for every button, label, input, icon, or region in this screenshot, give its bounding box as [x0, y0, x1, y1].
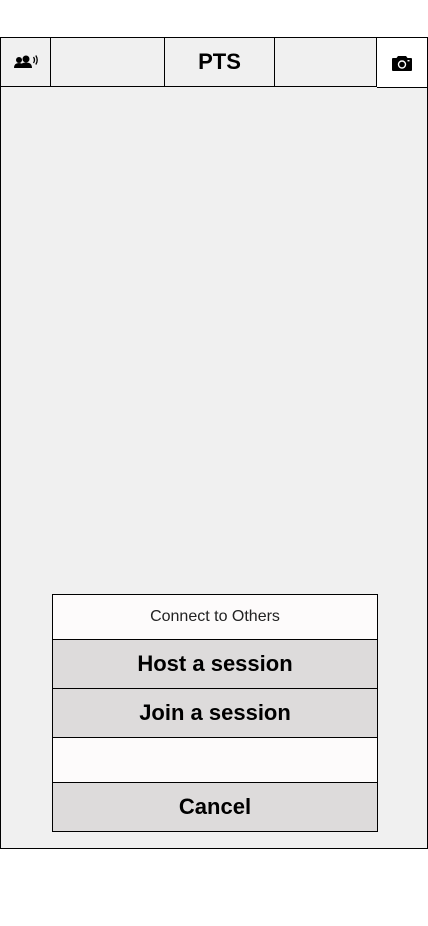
session-code-field[interactable] [53, 738, 377, 783]
dialog-title: Connect to Others [53, 595, 377, 640]
header-blank-left [51, 38, 165, 86]
camera-icon [391, 54, 413, 72]
peers-button[interactable] [1, 38, 51, 86]
connect-dialog: Connect to Others Host a session Join a … [52, 594, 378, 832]
peers-broadcast-icon [13, 54, 39, 70]
app-window: PTS Connect to Others Host a session Joi… [0, 37, 428, 849]
camera-button[interactable] [377, 38, 427, 88]
app-title: PTS [165, 38, 275, 86]
header-blank-right [275, 38, 377, 86]
top-bar: PTS [1, 38, 427, 88]
cancel-button[interactable]: Cancel [53, 783, 377, 831]
join-session-button[interactable]: Join a session [53, 689, 377, 738]
host-session-button[interactable]: Host a session [53, 640, 377, 689]
